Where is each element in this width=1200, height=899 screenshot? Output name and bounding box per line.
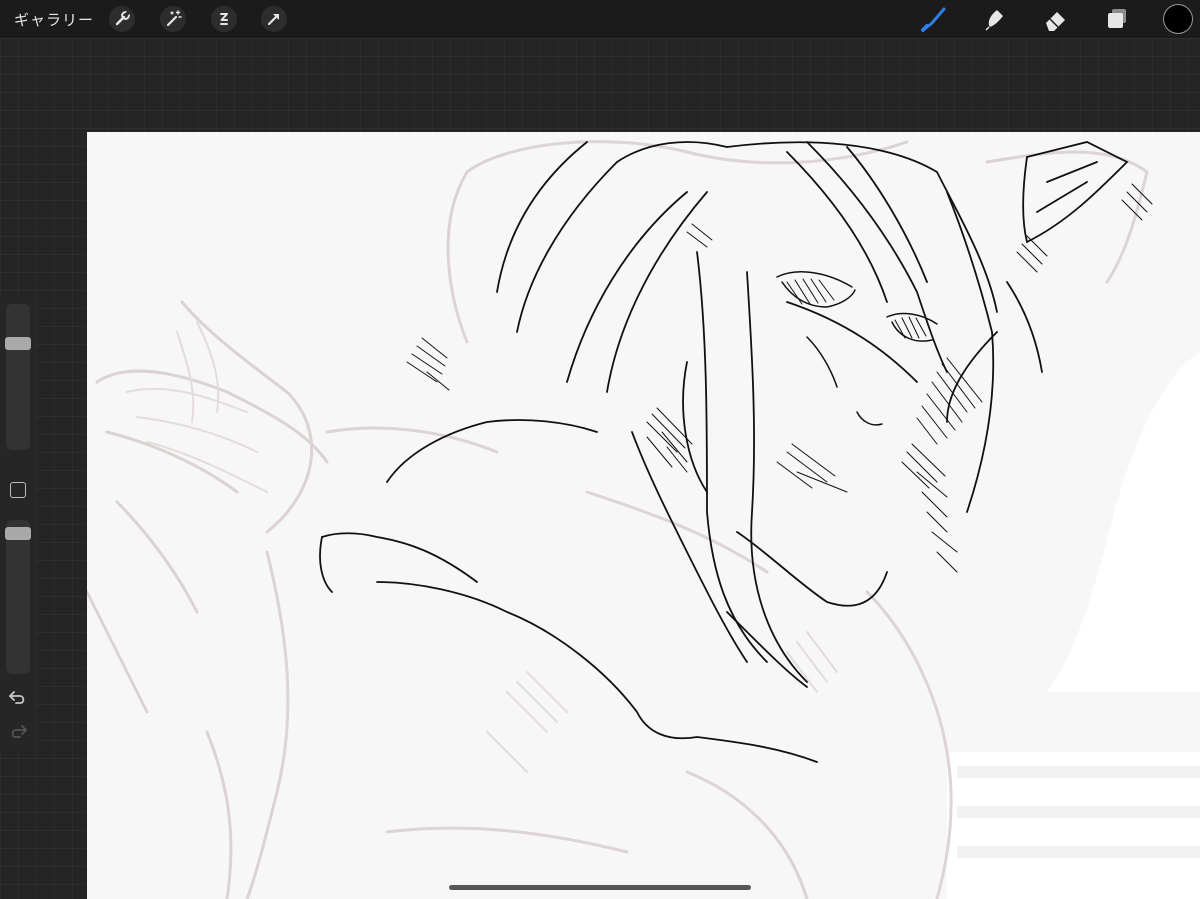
redo-icon[interactable] <box>8 722 28 744</box>
brush-size-slider[interactable] <box>6 304 30 450</box>
selection-s-icon[interactable] <box>211 6 237 32</box>
smudge-icon[interactable] <box>980 5 1008 33</box>
magic-wand-icon[interactable] <box>160 6 186 32</box>
eraser-icon[interactable] <box>1041 5 1069 33</box>
undo-icon[interactable] <box>8 688 28 710</box>
brush-icon[interactable] <box>920 5 948 33</box>
brush-opacity-slider[interactable] <box>6 520 30 674</box>
transform-arrow-icon[interactable] <box>261 6 287 32</box>
color-picker-swatch[interactable] <box>1164 5 1192 33</box>
gallery-button[interactable]: ギャラリー <box>14 9 94 30</box>
brush-opacity-thumb[interactable] <box>5 527 31 541</box>
sketch-artwork <box>87 140 1200 899</box>
home-indicator[interactable] <box>449 885 751 890</box>
drawing-canvas[interactable] <box>87 132 1200 899</box>
brush-size-thumb[interactable] <box>5 337 31 351</box>
brush-sidebar <box>0 298 36 750</box>
wrench-icon[interactable] <box>109 6 135 32</box>
top-toolbar: ギャラリー <box>0 0 1200 38</box>
square-icon[interactable] <box>10 482 26 498</box>
layers-icon[interactable] <box>1103 5 1131 33</box>
